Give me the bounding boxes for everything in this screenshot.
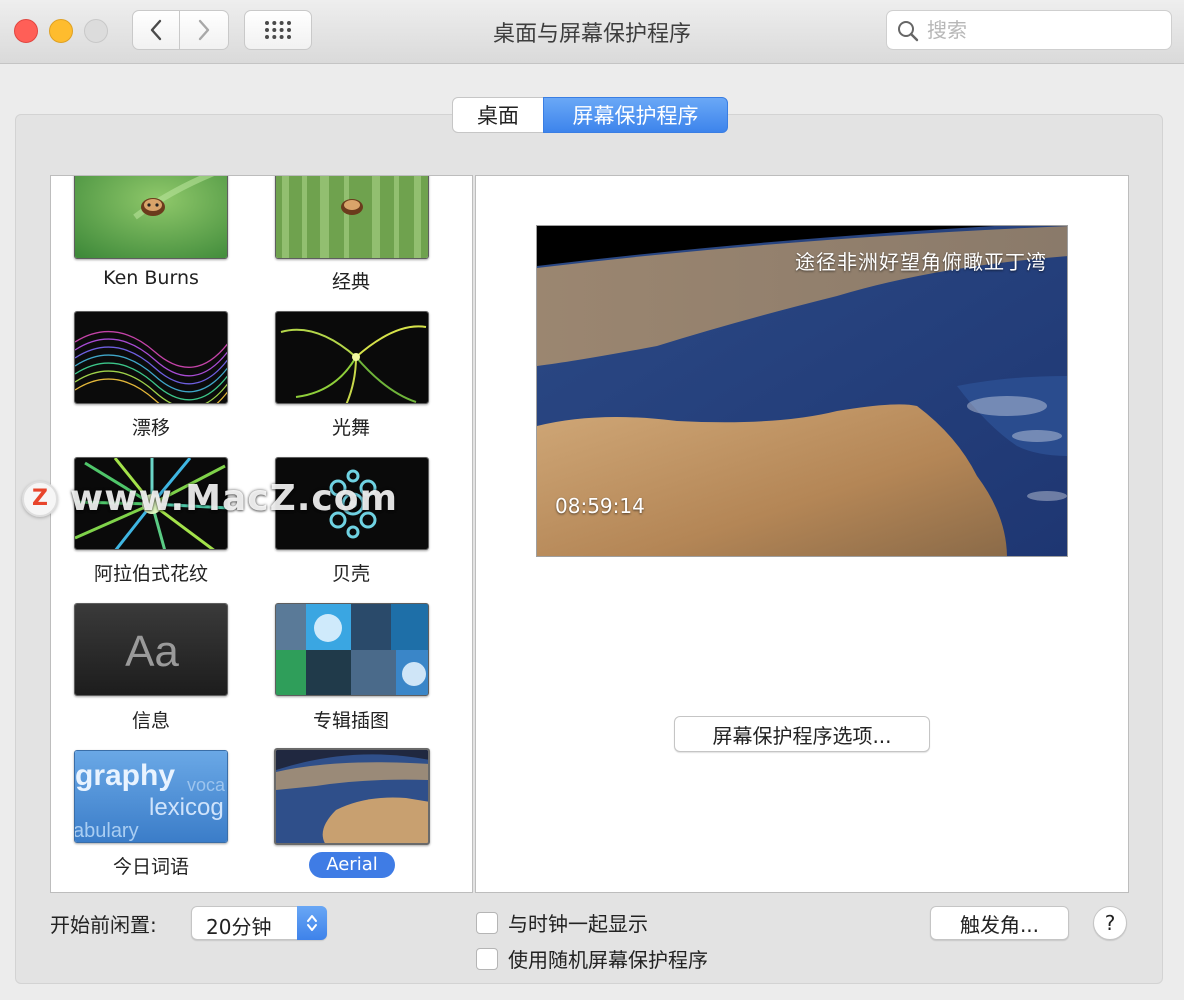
saver-label-message: 信息: [131, 710, 170, 732]
flurry-lights-icon: [276, 312, 428, 403]
saver-thumb-drift[interactable]: [74, 311, 228, 404]
word-of-the-day-icon: graphy voca lexicog abulary: [75, 751, 227, 842]
window-title: 桌面与屏幕保护程序: [492, 22, 691, 47]
random-saver-checkbox[interactable]: [476, 947, 498, 970]
search-input[interactable]: [927, 15, 1163, 45]
screen-saver-list[interactable]: Ken Burns 经典 漂移 光舞 阿拉伯式花纹 贝壳 Aa 信息 专辑插图 …: [50, 175, 473, 893]
ladybug-bamboo-icon: [276, 176, 428, 258]
saver-label-album-artwork: 专辑插图: [312, 710, 389, 732]
title-bar: 桌面与屏幕保护程序: [0, 0, 1184, 64]
grid-icon: [265, 21, 291, 39]
aerial-earth-icon: [276, 750, 428, 843]
saver-thumb-ken-burns[interactable]: [74, 176, 228, 259]
saver-thumb-album-artwork[interactable]: [275, 603, 429, 696]
saver-label-shell: 贝壳: [331, 563, 370, 585]
watermark-logo-icon: Z: [22, 480, 58, 517]
screen-saver-options-button[interactable]: 屏幕保护程序选项...: [674, 716, 930, 752]
saver-thumb-flurry[interactable]: [275, 311, 429, 404]
album-artwork-icon: [276, 604, 428, 695]
help-button[interactable]: ?: [1093, 906, 1127, 940]
show-with-clock-label: 与时钟一起显示: [508, 912, 648, 936]
search-icon: [898, 21, 919, 42]
screen-saver-preview: 途径非洲好望角俯瞰亚丁湾 08:59:14: [536, 225, 1068, 557]
word-graphy: graphy: [75, 759, 175, 792]
forward-button[interactable]: [180, 10, 229, 50]
saver-thumb-word-of-day[interactable]: graphy voca lexicog abulary: [74, 750, 228, 843]
message-aa-icon: Aa: [75, 604, 227, 695]
saver-thumb-aerial[interactable]: [274, 748, 430, 845]
tab-desktop[interactable]: 桌面: [452, 97, 544, 133]
idle-time-label: 开始前闲置:: [50, 913, 157, 937]
back-button[interactable]: [132, 10, 180, 50]
preview-clock: 08:59:14: [555, 494, 645, 518]
saver-thumb-message[interactable]: Aa: [74, 603, 228, 696]
saver-label-drift: 漂移: [131, 417, 170, 439]
chevron-left-icon: [150, 19, 162, 41]
chevron-up-down-icon: [307, 915, 317, 931]
search-field[interactable]: [886, 10, 1172, 50]
idle-time-value: 20分钟: [206, 915, 272, 939]
saver-label-classic: 经典: [331, 271, 370, 293]
minimize-window-button[interactable]: [49, 19, 73, 43]
message-aa-text: Aa: [125, 627, 179, 676]
saver-label-word-of-day: 今日词语: [112, 856, 189, 878]
drift-waves-icon: [75, 312, 227, 403]
word-abulary: abulary: [75, 820, 139, 842]
show-all-button[interactable]: [244, 10, 312, 50]
zoom-window-button[interactable]: [84, 19, 108, 43]
popup-stepper[interactable]: [297, 906, 327, 940]
show-with-clock-row[interactable]: 与时钟一起显示: [476, 908, 648, 937]
saver-label-flurry: 光舞: [331, 417, 370, 439]
word-lexicog: lexicog: [149, 794, 224, 821]
watermark: Z www.MacZ.com: [22, 478, 398, 519]
show-with-clock-checkbox[interactable]: [476, 911, 498, 934]
saver-label-arabesque: 阿拉伯式花纹: [93, 563, 208, 585]
hot-corners-button[interactable]: 触发角...: [930, 906, 1069, 940]
tab-screen-saver[interactable]: 屏幕保护程序: [543, 97, 728, 133]
saver-thumb-classic[interactable]: [275, 176, 429, 259]
random-saver-label: 使用随机屏幕保护程序: [508, 948, 708, 972]
idle-time-select[interactable]: 20分钟: [191, 906, 327, 940]
preview-caption: 途径非洲好望角俯瞰亚丁湾: [795, 250, 1047, 274]
saver-label-aerial: Aerial: [309, 852, 395, 878]
watermark-text: www.MacZ.com: [70, 478, 398, 519]
random-saver-row[interactable]: 使用随机屏幕保护程序: [476, 944, 708, 973]
ladybug-photo-icon: [75, 176, 227, 258]
close-window-button[interactable]: [14, 19, 38, 43]
saver-label-ken-burns: Ken Burns: [103, 267, 199, 289]
chevron-right-icon: [198, 19, 210, 41]
word-voca: voca: [187, 775, 226, 795]
